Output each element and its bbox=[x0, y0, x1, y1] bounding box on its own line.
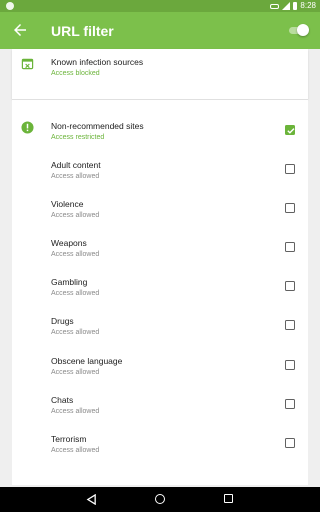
checkbox-weapons[interactable] bbox=[285, 242, 295, 252]
item-status: Access allowed bbox=[51, 173, 100, 180]
item-status: Access allowed bbox=[51, 369, 100, 376]
list-item-violence[interactable]: Violence Access allowed bbox=[12, 199, 308, 238]
app-bar: URL filter bbox=[0, 12, 320, 49]
item-status: Access restricted bbox=[51, 134, 105, 141]
nav-back-icon[interactable] bbox=[86, 494, 97, 505]
item-title: Violence bbox=[51, 199, 84, 209]
battery-icon bbox=[293, 2, 298, 10]
item-title: Chats bbox=[51, 395, 74, 405]
item-status: Access allowed bbox=[51, 212, 100, 219]
list-item-obscene-language[interactable]: Obscene language Access allowed bbox=[12, 356, 308, 395]
checkbox-non-recommended-sites[interactable] bbox=[285, 125, 295, 135]
item-status: Access allowed bbox=[51, 329, 100, 336]
list-item-drugs[interactable]: Drugs Access allowed bbox=[12, 316, 308, 355]
item-status: Access blocked bbox=[51, 70, 100, 77]
checkbox-adult-content[interactable] bbox=[285, 164, 295, 174]
vpn-key-icon bbox=[270, 3, 280, 9]
status-bar: 8:28 bbox=[0, 0, 320, 12]
item-title: Weapons bbox=[51, 238, 87, 248]
status-time: 8:28 bbox=[300, 1, 316, 10]
list-item-chats[interactable]: Chats Access allowed bbox=[12, 395, 308, 434]
categories-card: Non-recommended sites Access restricted … bbox=[12, 99, 308, 485]
page-title: URL filter bbox=[51, 23, 114, 39]
checkbox-terrorism[interactable] bbox=[285, 438, 295, 448]
status-icons: 8:28 bbox=[270, 1, 316, 11]
back-arrow-icon[interactable] bbox=[11, 21, 29, 39]
toggle-thumb bbox=[297, 24, 309, 36]
nav-home-icon[interactable] bbox=[155, 494, 165, 504]
list-item-non-recommended-sites[interactable]: Non-recommended sites Access restricted bbox=[12, 121, 308, 160]
item-status: Access allowed bbox=[51, 408, 100, 415]
url-filter-toggle[interactable] bbox=[287, 24, 309, 36]
list-item-known-infection-sources[interactable]: Known infection sources Access blocked bbox=[12, 57, 308, 96]
warning-icon bbox=[21, 121, 34, 134]
item-status: Access allowed bbox=[51, 290, 100, 297]
list-item-adult-content[interactable]: Adult content Access allowed bbox=[12, 160, 308, 199]
item-title: Terrorism bbox=[51, 434, 87, 444]
item-status: Access allowed bbox=[51, 251, 100, 258]
checkbox-gambling[interactable] bbox=[285, 281, 295, 291]
item-title: Gambling bbox=[51, 277, 88, 287]
checkbox-drugs[interactable] bbox=[285, 320, 295, 330]
item-title: Adult content bbox=[51, 160, 101, 170]
item-status: Access allowed bbox=[51, 447, 100, 454]
item-title: Known infection sources bbox=[51, 57, 144, 67]
checkmark-icon bbox=[287, 128, 295, 134]
list-item-gambling[interactable]: Gambling Access allowed bbox=[12, 277, 308, 316]
list-item-terrorism[interactable]: Terrorism Access allowed bbox=[12, 434, 308, 473]
list-item-weapons[interactable]: Weapons Access allowed bbox=[12, 238, 308, 277]
infection-sources-card: Known infection sources Access blocked bbox=[12, 49, 308, 99]
checkbox-violence[interactable] bbox=[285, 203, 295, 213]
block-list-icon bbox=[21, 58, 34, 70]
item-title: Non-recommended sites bbox=[51, 121, 144, 131]
item-title: Obscene language bbox=[51, 356, 123, 366]
checkbox-obscene-language[interactable] bbox=[285, 360, 295, 370]
signal-icon bbox=[282, 2, 291, 10]
checkbox-chats[interactable] bbox=[285, 399, 295, 409]
system-nav-bar bbox=[0, 487, 320, 512]
nav-recents-icon[interactable] bbox=[224, 494, 233, 503]
notification-icon bbox=[6, 2, 14, 10]
item-title: Drugs bbox=[51, 316, 74, 326]
